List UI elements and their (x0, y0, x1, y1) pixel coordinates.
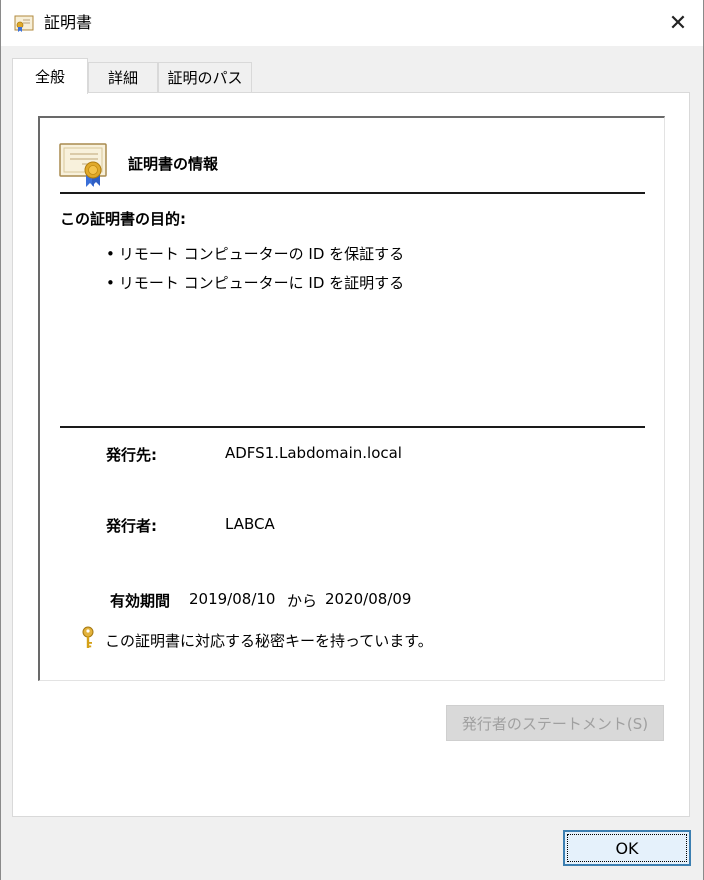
button-label: OK (615, 838, 639, 858)
purpose-item: リモート コンピューターに ID を証明する (106, 272, 404, 293)
valid-to-value: 2020/08/09 (325, 590, 412, 608)
divider (60, 192, 645, 194)
close-icon: ✕ (668, 10, 688, 36)
issued-to-label: 発行先: (106, 446, 157, 464)
issuer-statement-button[interactable]: 発行者のステートメント(S) (446, 705, 664, 741)
tab-general[interactable]: 全般 (12, 58, 88, 94)
tab-details[interactable]: 詳細 (88, 62, 158, 92)
tab-label: 詳細 (107, 69, 138, 87)
certificate-icon (58, 140, 110, 188)
tab-label: 全般 (34, 68, 65, 86)
purpose-title: この証明書の目的: (60, 210, 186, 228)
window-border-left (0, 0, 1, 880)
tab-certification-path[interactable]: 証明のパス (158, 62, 252, 92)
button-label: 発行者のステートメント(S) (461, 714, 649, 733)
issued-to-value: ADFS1.Labdomain.local (225, 444, 402, 462)
window-title: 証明書 (44, 13, 93, 32)
tab-label: 証明のパス (167, 69, 243, 87)
divider (60, 426, 645, 428)
validity-label: 有効期間 (110, 592, 171, 610)
certificate-icon (14, 13, 34, 33)
valid-from-separator: から (287, 592, 318, 610)
title-bar (1, 0, 703, 46)
issued-by-label: 発行者: (106, 517, 157, 535)
purpose-item: リモート コンピューターの ID を保証する (106, 243, 404, 264)
private-key-note: この証明書に対応する秘密キーを持っています。 (105, 632, 433, 650)
ok-button[interactable]: OK (563, 830, 691, 866)
certificate-info-heading: 証明書の情報 (128, 155, 219, 173)
close-button[interactable]: ✕ (660, 6, 696, 40)
key-icon (80, 626, 96, 650)
issued-by-value: LABCA (225, 515, 275, 533)
valid-from-value: 2019/08/10 (189, 590, 276, 608)
